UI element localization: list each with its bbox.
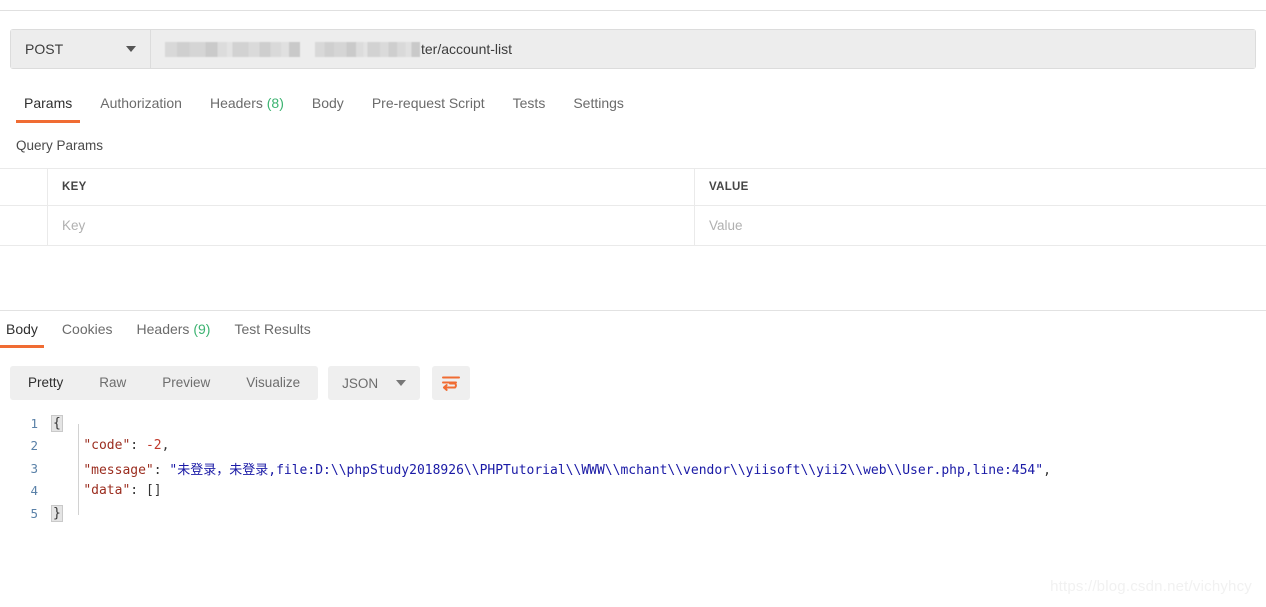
view-mode-raw[interactable]: Raw bbox=[81, 366, 144, 400]
tab-tests-label: Tests bbox=[512, 95, 546, 111]
query-params-table: KEY VALUE Key Value bbox=[0, 168, 1266, 246]
tab-headers-label: Headers bbox=[209, 95, 263, 111]
json-key: "code" bbox=[83, 438, 131, 454]
tab-response-body-label: Body bbox=[6, 321, 38, 337]
tab-test-results-label: Test Results bbox=[234, 321, 311, 337]
request-url-bar: POST ter/account-list bbox=[10, 29, 1256, 69]
tab-response-cookies[interactable]: Cookies bbox=[50, 318, 125, 348]
view-mode-preview[interactable]: Preview bbox=[144, 366, 228, 400]
code-line: 3 "message": "未登录，未登录,file:D:\\phpStudy2… bbox=[0, 457, 1266, 480]
response-tabs: Body Cookies Headers (9) Test Results bbox=[0, 318, 1266, 352]
word-wrap-icon bbox=[442, 376, 461, 391]
tab-tests[interactable]: Tests bbox=[499, 92, 560, 123]
tab-test-results[interactable]: Test Results bbox=[222, 318, 322, 348]
tab-params-label: Params bbox=[24, 95, 73, 111]
tab-authorization[interactable]: Authorization bbox=[86, 92, 196, 123]
param-value-input[interactable]: Value bbox=[695, 206, 1266, 245]
request-url-text: ter/account-list bbox=[165, 41, 512, 57]
redacted-url-block bbox=[315, 41, 420, 57]
response-format-select[interactable]: JSON bbox=[328, 366, 421, 400]
view-mode-visualize-label: Visualize bbox=[246, 375, 301, 390]
line-number: 5 bbox=[30, 505, 38, 521]
json-string-value: "未登录，未登录,file:D:\\phpStudy2018926\\PHPTu… bbox=[169, 462, 1044, 478]
tab-pre-request-script[interactable]: Pre-request Script bbox=[358, 92, 499, 123]
view-mode-group: Pretty Raw Preview Visualize bbox=[10, 366, 319, 400]
response-body-toolbar: Pretty Raw Preview Visualize JSON bbox=[10, 366, 471, 400]
http-method-select[interactable]: POST bbox=[11, 30, 151, 68]
json-comma: , bbox=[1043, 462, 1051, 478]
code-line: 4 "data": [] bbox=[0, 480, 1266, 503]
request-tabs: Params Authorization Headers (8) Body Pr… bbox=[0, 92, 1266, 128]
tab-settings[interactable]: Settings bbox=[559, 92, 638, 123]
tab-body[interactable]: Body bbox=[298, 92, 358, 123]
table-header-row: KEY VALUE bbox=[0, 168, 1266, 206]
json-separator: : bbox=[130, 438, 146, 454]
tab-response-headers[interactable]: Headers (9) bbox=[125, 318, 223, 348]
column-header-value-label: VALUE bbox=[709, 181, 749, 193]
chevron-down-icon bbox=[396, 380, 407, 386]
tab-response-cookies-label: Cookies bbox=[61, 321, 113, 337]
word-wrap-button[interactable] bbox=[432, 366, 471, 400]
tab-response-headers-label: Headers bbox=[136, 321, 190, 337]
view-mode-pretty-label: Pretty bbox=[28, 375, 64, 390]
request-url-input[interactable]: ter/account-list bbox=[151, 30, 1255, 68]
response-body-code[interactable]: 1 { 2 "code": -2, 3 "message": "未登录，未登录,… bbox=[0, 412, 1266, 542]
tab-pre-request-script-label: Pre-request Script bbox=[371, 95, 485, 111]
view-mode-visualize[interactable]: Visualize bbox=[228, 366, 318, 400]
line-number: 2 bbox=[30, 438, 38, 454]
view-mode-raw-label: Raw bbox=[99, 375, 127, 390]
tab-body-label: Body bbox=[311, 95, 344, 111]
column-header-value: VALUE bbox=[695, 169, 1266, 205]
json-separator: : bbox=[130, 483, 146, 499]
json-open-brace: { bbox=[51, 414, 63, 432]
http-method-label: POST bbox=[25, 41, 64, 57]
tab-params[interactable]: Params bbox=[10, 92, 86, 123]
param-key-input[interactable]: Key bbox=[48, 206, 695, 245]
redacted-url-block bbox=[165, 41, 300, 57]
response-format-label: JSON bbox=[342, 375, 379, 391]
row-checkbox-cell[interactable] bbox=[0, 206, 48, 245]
watermark: https://blog.csdn.net/vichyhcy bbox=[1050, 578, 1252, 595]
column-header-key-label: KEY bbox=[62, 181, 87, 193]
tab-response-body[interactable]: Body bbox=[0, 318, 50, 348]
view-mode-pretty[interactable]: Pretty bbox=[10, 366, 81, 400]
json-comma: , bbox=[161, 438, 170, 454]
line-number: 3 bbox=[30, 460, 38, 476]
code-line: 1 { bbox=[0, 412, 1266, 435]
query-params-title: Query Params bbox=[16, 138, 104, 153]
json-key: "data" bbox=[83, 483, 131, 499]
code-line: 5 } bbox=[0, 502, 1266, 525]
json-number-value: -2 bbox=[145, 438, 162, 454]
top-divider bbox=[0, 10, 1266, 11]
table-row[interactable]: Key Value bbox=[0, 206, 1266, 246]
code-line-content: { bbox=[51, 414, 63, 432]
code-line-content: "code": -2, bbox=[52, 438, 169, 453]
chevron-down-icon bbox=[126, 46, 136, 52]
line-number: 1 bbox=[30, 415, 38, 431]
line-number: 4 bbox=[30, 483, 38, 499]
tab-headers[interactable]: Headers (8) bbox=[196, 92, 298, 123]
json-separator: : bbox=[153, 462, 170, 478]
json-empty-array: [] bbox=[145, 483, 162, 499]
code-line-content: "message": "未登录，未登录,file:D:\\phpStudy201… bbox=[52, 459, 1051, 478]
param-value-placeholder: Value bbox=[709, 218, 743, 233]
param-key-placeholder: Key bbox=[62, 218, 86, 233]
code-line: 2 "code": -2, bbox=[0, 435, 1266, 458]
view-mode-preview-label: Preview bbox=[162, 375, 211, 390]
tab-headers-count: (8) bbox=[266, 95, 284, 111]
code-line-content: "data": [] bbox=[52, 483, 162, 499]
code-line-content: } bbox=[51, 504, 63, 522]
column-header-key: KEY bbox=[48, 169, 695, 205]
select-all-checkbox-cell[interactable] bbox=[0, 169, 48, 205]
tab-response-headers-count: (9) bbox=[193, 321, 211, 337]
request-url-visible-suffix: ter/account-list bbox=[421, 41, 513, 57]
tab-authorization-label: Authorization bbox=[100, 95, 182, 111]
request-response-divider bbox=[0, 310, 1266, 311]
tab-settings-label: Settings bbox=[573, 95, 624, 111]
json-close-brace: } bbox=[51, 504, 63, 522]
json-key: "message" bbox=[83, 462, 154, 478]
